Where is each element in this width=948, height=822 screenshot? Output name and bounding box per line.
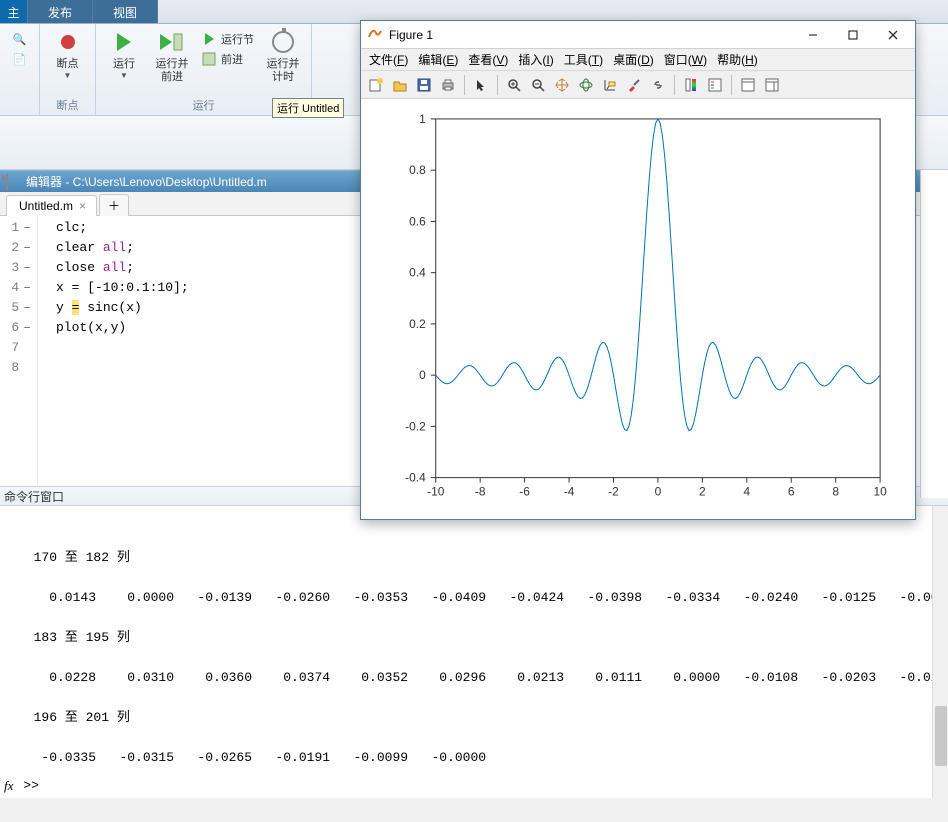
pan-icon[interactable] (551, 74, 573, 96)
run-group-caption: 运行 (193, 97, 215, 115)
svg-text:8: 8 (832, 485, 839, 499)
fx-icon[interactable]: fx (0, 776, 13, 796)
menu-工具[interactable]: 工具(T) (564, 51, 603, 68)
editor-gutter: 1–2–3–4–5–6–7 8 (0, 216, 38, 486)
run-tooltip: 运行 Untitled (272, 98, 344, 118)
goto-icon[interactable]: 📄 (9, 50, 31, 68)
print-icon[interactable] (437, 74, 459, 96)
breakpoints-group-caption: 断点 (57, 97, 79, 115)
workspace-sliver (920, 170, 948, 498)
menu-帮助[interactable]: 帮助(H) (717, 51, 758, 68)
close-icon[interactable]: × (79, 199, 86, 213)
open-icon[interactable] (389, 74, 411, 96)
editor-code[interactable]: clc;clear all;close all;x = [-10:0.1:10]… (38, 216, 189, 486)
prompt-text: >> (17, 776, 39, 796)
menu-查看[interactable]: 查看(V) (468, 51, 508, 68)
editor-tab-add[interactable]: ＋ (99, 194, 129, 216)
breakpoints-label: 断点 (57, 58, 79, 71)
svg-text:0.6: 0.6 (409, 214, 426, 228)
run-icon (110, 28, 138, 56)
layout2-icon[interactable] (761, 74, 783, 96)
svg-text:-4: -4 (564, 485, 575, 499)
save-icon[interactable] (413, 74, 435, 96)
svg-text:4: 4 (743, 485, 750, 499)
figure-menubar: 文件(F) 编辑(E) 查看(V) 插入(I) 工具(T) 桌面(D) 窗口(W) 帮助(H) (361, 49, 915, 71)
menu-文件[interactable]: 文件(F) (369, 51, 408, 68)
stopwatch-icon (269, 28, 297, 56)
run-advance-label: 运行并 前进 (156, 58, 189, 84)
svg-text:0: 0 (655, 485, 662, 499)
rotate3d-icon[interactable] (575, 74, 597, 96)
svg-text:1: 1 (419, 112, 426, 126)
zoom-out-icon[interactable] (527, 74, 549, 96)
run-and-advance-button[interactable]: 运行并 前进 (150, 26, 194, 86)
pointer-icon[interactable] (470, 74, 492, 96)
svg-text:2: 2 (699, 485, 706, 499)
command-scrollbar[interactable] (932, 506, 948, 798)
menu-桌面[interactable]: 桌面(D) (613, 51, 654, 68)
menu-窗口[interactable]: 窗口(W) (664, 51, 707, 68)
run-advance-icon (158, 28, 186, 56)
command-prompt[interactable]: fx >> (0, 776, 39, 796)
zoom-in-icon[interactable] (503, 74, 525, 96)
brush-icon[interactable] (623, 74, 645, 96)
figure-toolbar (361, 71, 915, 99)
svg-text:0.8: 0.8 (409, 163, 426, 177)
figure-canvas[interactable]: -10 -8 -6 -4 -2 0 2 4 6 8 10 -0.4 -0.2 0 0.2 0.4 0.6 0.8 1 (361, 99, 915, 519)
svg-text:0.2: 0.2 (409, 317, 426, 331)
ribbon-tab-view[interactable]: 视图 (93, 0, 158, 23)
axes[interactable]: -10 -8 -6 -4 -2 0 2 4 6 8 10 -0.4 -0.2 0 0.2 0.4 0.6 0.8 1 (361, 99, 915, 517)
svg-text:-8: -8 (475, 485, 486, 499)
layout-icon[interactable] (737, 74, 759, 96)
matlab-figure-icon (367, 25, 383, 44)
run-and-time-button[interactable]: 运行并 计时 (261, 26, 305, 86)
menu-插入[interactable]: 插入(I) (518, 51, 553, 68)
advance-icon (201, 51, 217, 67)
svg-text:-6: -6 (519, 485, 530, 499)
menu-编辑[interactable]: 编辑(E) (418, 51, 458, 68)
svg-text:0.4: 0.4 (409, 266, 426, 280)
editor-title-text: 编辑器 - C:\Users\Lenovo\Desktop\Untitled.m (26, 173, 267, 190)
figure-title-text: Figure 1 (389, 28, 433, 42)
run-time-label: 运行并 计时 (267, 58, 300, 84)
command-window-body[interactable]: 170 至 182 列 0.0143 0.0000 -0.0139 -0.026… (0, 506, 948, 798)
svg-text:-10: -10 (427, 485, 445, 499)
link-icon[interactable] (647, 74, 669, 96)
ribbon-tab-home[interactable]: 主 (0, 0, 28, 23)
new-figure-icon[interactable] (365, 74, 387, 96)
run-button[interactable]: 运行 ▼ (102, 26, 146, 82)
svg-text:-2: -2 (608, 485, 619, 499)
command-output: 170 至 182 列 0.0143 0.0000 -0.0139 -0.026… (18, 550, 948, 765)
editor-tab-label: Untitled.m (19, 199, 73, 213)
advance-label: 前进 (221, 51, 243, 67)
svg-text:-0.4: -0.4 (405, 471, 426, 485)
svg-text:-0.2: -0.2 (405, 419, 426, 433)
colorbar-icon[interactable] (680, 74, 702, 96)
ribbon-tab-publish[interactable]: 发布 (28, 0, 93, 23)
maximize-button[interactable] (833, 22, 873, 48)
svg-text:6: 6 (788, 485, 795, 499)
figure-window: Figure 1 文件(F) 编辑(E) 查看(V) 插入(I) 工具(T) 桌面(D) 窗… (360, 20, 916, 520)
minimize-button[interactable] (793, 22, 833, 48)
run-section-button[interactable]: 运行节 (198, 30, 257, 48)
editor-tab-untitled[interactable]: Untitled.m × (6, 195, 97, 216)
breakpoints-button[interactable]: 断点 ▼ (46, 26, 90, 82)
editor-doc-icon (6, 175, 20, 189)
breakpoint-icon (54, 28, 82, 56)
run-section-icon (201, 31, 217, 47)
figure-titlebar[interactable]: Figure 1 (361, 21, 915, 49)
run-label: 运行 (113, 58, 135, 71)
svg-text:10: 10 (873, 485, 887, 499)
data-cursor-icon[interactable] (599, 74, 621, 96)
scrollbar-thumb[interactable] (935, 706, 947, 766)
find-icon[interactable]: 🔍 (9, 30, 31, 48)
svg-text:0: 0 (419, 368, 426, 382)
close-button[interactable] (873, 22, 913, 48)
advance-button[interactable]: 前进 (198, 50, 257, 68)
legend-icon[interactable] (704, 74, 726, 96)
run-section-label: 运行节 (221, 31, 254, 47)
